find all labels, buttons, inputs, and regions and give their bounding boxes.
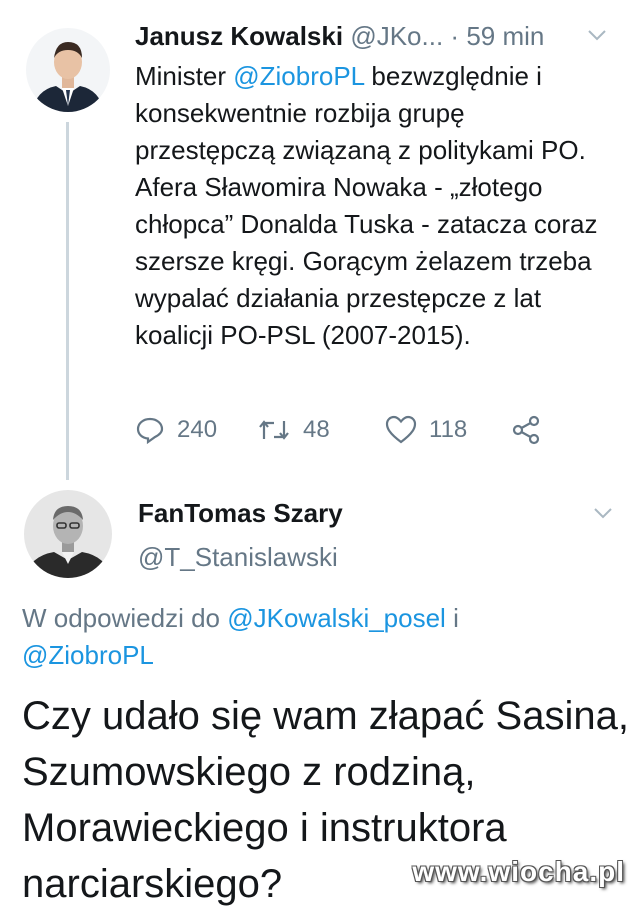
person-avatar-icon [24,490,112,578]
avatar[interactable] [26,28,110,112]
reply-button[interactable]: 240 [135,410,217,450]
author-handle[interactable]: @JKo... [350,21,443,51]
like-count: 118 [429,416,468,443]
reply-and: i [445,603,459,633]
person-avatar-icon [26,28,110,112]
like-button[interactable]: 118 [385,410,467,450]
author-handle[interactable]: @T_Stanislawski [138,540,338,574]
tweet-text-post: bezwzględnie i konsekwentnie rozbija gru… [135,61,598,350]
avatar[interactable] [24,490,112,578]
mention-link[interactable]: @ZiobroPL [22,640,154,670]
mention-link[interactable]: @ZiobroPL [233,61,364,91]
tweet-header: Janusz Kowalski @JKo... · 59 min [135,18,544,54]
mention-link[interactable]: @JKowalski_posel [227,603,446,633]
retweet-icon [259,420,289,440]
retweet-count: 48 [303,416,330,443]
reply-count: 240 [177,416,218,443]
chevron-down-icon[interactable] [592,502,614,529]
watermark: www.wiocha.pl [412,856,625,887]
reply-prefix: W odpowiedzi do [22,603,228,633]
chevron-down-icon[interactable] [586,24,608,51]
reply-icon [136,417,164,445]
tweet-time[interactable]: 59 min [466,21,544,51]
author-name[interactable]: FanTomas Szary [138,496,343,530]
reply-context: W odpowiedzi do @JKowalski_posel i @Ziob… [22,600,562,674]
author-name[interactable]: Janusz Kowalski [135,21,343,51]
tweet-actions: 240 48 118 [135,410,605,450]
retweet-button[interactable]: 48 [257,410,330,450]
thread-line [66,122,69,480]
tweet-text: Minister @ZiobroPL bezwzględnie i konsek… [135,58,605,354]
heart-icon [385,415,417,444]
share-button[interactable] [511,410,553,450]
tweet-text-pre: Minister [135,61,234,91]
share-icon [512,415,540,445]
separator-dot: · [450,21,460,51]
